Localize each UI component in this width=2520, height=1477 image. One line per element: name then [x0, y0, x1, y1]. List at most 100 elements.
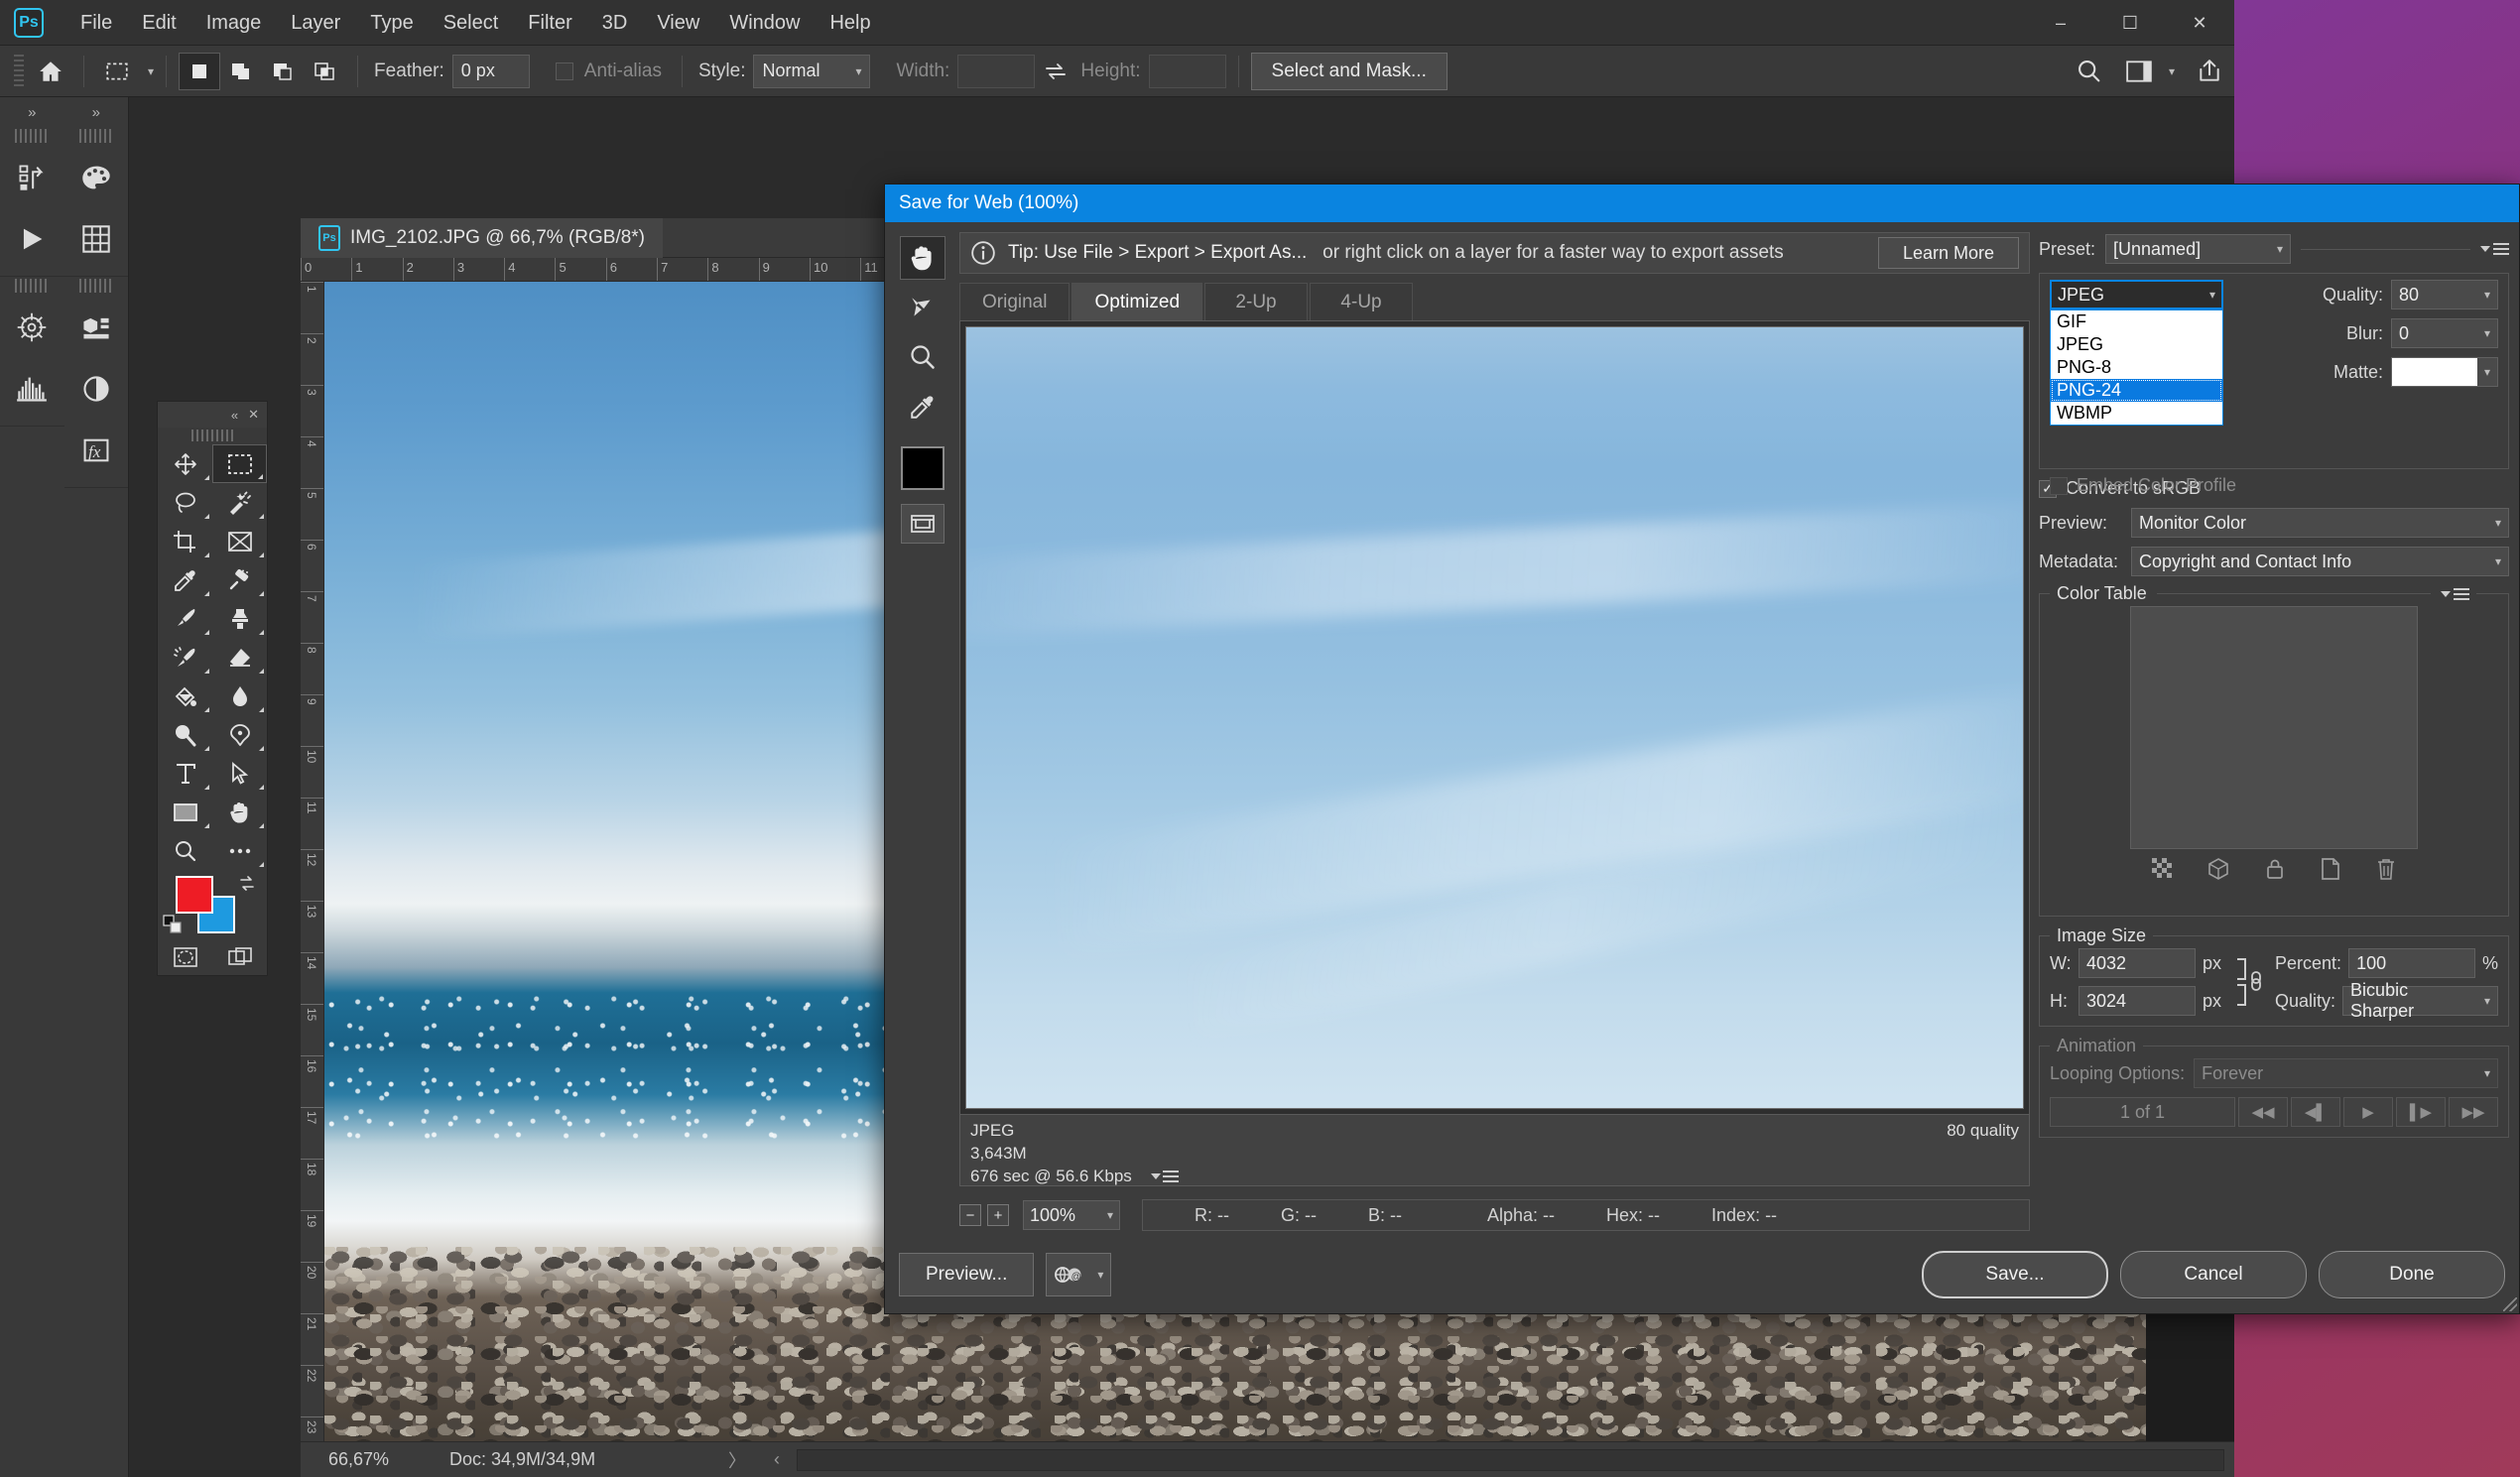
status-zoom-level[interactable]: 66,67%	[301, 1449, 449, 1470]
maximize-button[interactable]: ☐	[2095, 0, 2165, 46]
zoom-level-select[interactable]: 100% ▾	[1023, 1200, 1120, 1230]
embed-color-profile-checkbox[interactable]	[2050, 476, 2068, 495]
history-brush-tool[interactable]	[158, 638, 212, 677]
swap-width-height-icon[interactable]	[1035, 53, 1076, 90]
format-option-png-8[interactable]: PNG-8	[2051, 356, 2222, 379]
move-tool[interactable]	[158, 444, 212, 483]
color-table-panel-menu-icon[interactable]	[2441, 585, 2469, 603]
new-selection-icon[interactable]	[179, 52, 221, 90]
hand-tool[interactable]	[212, 793, 267, 831]
panel-grip[interactable]	[78, 129, 113, 143]
tools-panel-grip[interactable]	[191, 430, 233, 441]
first-frame-icon[interactable]: ◀◀	[2238, 1097, 2288, 1127]
preset-select[interactable]: [Unnamed] ▾	[2105, 234, 2292, 264]
save-button[interactable]: Save...	[1922, 1251, 2108, 1298]
format-option-jpeg[interactable]: JPEG	[2051, 333, 2222, 356]
metadata-select[interactable]: Copyright and Contact Info ▾	[2131, 547, 2509, 576]
next-frame-icon[interactable]: ▌▶	[2396, 1097, 2446, 1127]
panel-menu-icon[interactable]	[1150, 1168, 1179, 1185]
preview-button[interactable]: Preview...	[899, 1253, 1035, 1296]
format-option-gif[interactable]: GIF	[2051, 310, 2222, 333]
slice-select-tool[interactable]	[900, 286, 945, 329]
dialog-title-bar[interactable]: Save for Web (100%)	[885, 185, 2519, 222]
zoom-in-button[interactable]: +	[987, 1204, 1009, 1226]
expand-panels-chevron-icon[interactable]: »	[0, 97, 64, 127]
tab-2-up[interactable]: 2-Up	[1204, 283, 1309, 320]
format-option-png-24[interactable]: PNG-24	[2051, 379, 2222, 402]
hand-tool[interactable]	[900, 236, 945, 280]
height-input[interactable]	[1148, 54, 1226, 88]
panel-grip[interactable]	[78, 279, 113, 293]
color-palette-icon[interactable]	[64, 147, 129, 208]
link-constrain-icon[interactable]	[2231, 953, 2265, 1011]
frame-tool[interactable]	[212, 522, 267, 560]
actions-icon[interactable]	[0, 147, 64, 208]
quick-selection-tool[interactable]	[212, 483, 267, 522]
adjustments-icon[interactable]	[64, 358, 129, 420]
zoom-tool[interactable]	[158, 831, 212, 870]
subtract-from-selection-icon[interactable]	[262, 53, 304, 90]
rectangular-marquee-icon[interactable]	[96, 53, 138, 90]
width-input[interactable]	[957, 54, 1036, 88]
tab-4-up[interactable]: 4-Up	[1310, 283, 1414, 320]
add-to-selection-icon[interactable]	[220, 53, 262, 90]
new-color-icon[interactable]	[2320, 857, 2341, 881]
eraser-tool[interactable]	[212, 638, 267, 677]
path-selection-tool[interactable]	[212, 754, 267, 793]
play-icon[interactable]: ▶	[2343, 1097, 2393, 1127]
brush-tool[interactable]	[158, 599, 212, 638]
zoom-tool[interactable]	[900, 335, 945, 379]
tab-original[interactable]: Original	[959, 283, 1071, 320]
menu-select[interactable]: Select	[429, 0, 514, 46]
menu-edit[interactable]: Edit	[127, 0, 190, 46]
chevron-down-icon[interactable]: ▾	[148, 64, 154, 78]
menu-image[interactable]: Image	[191, 0, 277, 46]
blur-input[interactable]: 0 ▾	[2391, 318, 2498, 348]
matte-color-select[interactable]: ▾	[2391, 357, 2498, 387]
search-icon[interactable]	[2076, 58, 2103, 85]
percent-input[interactable]: 100	[2348, 948, 2475, 978]
menu-3d[interactable]: 3D	[587, 0, 643, 46]
document-tab[interactable]: Ps IMG_2102.JPG @ 66,7% (RGB/8*)	[301, 217, 664, 258]
crop-tool[interactable]	[158, 522, 212, 560]
minimize-button[interactable]: –	[2026, 0, 2095, 46]
eyedropper-tool[interactable]	[900, 385, 945, 429]
screen-mode-icon[interactable]	[212, 937, 267, 976]
close-icon[interactable]: ✕	[248, 407, 259, 423]
blur-tool[interactable]	[212, 677, 267, 715]
chevron-down-icon[interactable]: ▾	[2169, 64, 2175, 78]
horizontal-scrollbar[interactable]	[797, 1448, 2224, 1471]
workspace-icon[interactable]	[2125, 60, 2153, 83]
feather-input[interactable]: 0 px	[451, 54, 530, 88]
browser-select-button[interactable]: @ ▾	[1046, 1253, 1112, 1296]
panel-grip[interactable]	[15, 129, 50, 143]
cancel-button[interactable]: Cancel	[2120, 1251, 2307, 1298]
delete-icon[interactable]	[2375, 857, 2397, 881]
lasso-tool[interactable]	[158, 483, 212, 522]
previous-frame-icon[interactable]: ◀▌	[2291, 1097, 2340, 1127]
format-option-wbmp[interactable]: WBMP	[2051, 402, 2222, 425]
tab-optimized[interactable]: Optimized	[1071, 283, 1203, 320]
rectangle-tool[interactable]	[158, 793, 212, 831]
antialias-checkbox[interactable]	[555, 62, 573, 80]
settings-panel-menu-icon[interactable]	[2480, 240, 2509, 258]
vertical-ruler[interactable]: 1234567891011121314151617181920212223242…	[301, 282, 324, 1441]
play-icon[interactable]	[0, 208, 64, 270]
status-scroll-left-arrow[interactable]: ‹	[757, 1449, 797, 1470]
spot-healing-brush-tool[interactable]	[212, 560, 267, 599]
resample-quality-select[interactable]: Bicubic Sharper ▾	[2342, 980, 2498, 1021]
select-and-mask-button[interactable]: Select and Mask...	[1250, 52, 1448, 90]
done-button[interactable]: Done	[2319, 1251, 2505, 1298]
status-expand-arrow[interactable]: 〉	[717, 1447, 757, 1473]
share-icon[interactable]	[2197, 59, 2222, 84]
file-format-select[interactable]: JPEG ▾	[2050, 280, 2223, 309]
web-shift-icon[interactable]	[2206, 857, 2230, 881]
learn-more-button[interactable]: Learn More	[1877, 237, 2019, 269]
menu-layer[interactable]: Layer	[276, 0, 355, 46]
menu-filter[interactable]: Filter	[513, 0, 586, 46]
optimized-preview-image[interactable]	[965, 326, 2024, 1109]
type-tool[interactable]	[158, 754, 212, 793]
last-frame-icon[interactable]: ▶▶	[2449, 1097, 2498, 1127]
looping-options-select[interactable]: Forever ▾	[2194, 1058, 2498, 1088]
eyedropper-color-swatch[interactable]	[901, 446, 945, 490]
